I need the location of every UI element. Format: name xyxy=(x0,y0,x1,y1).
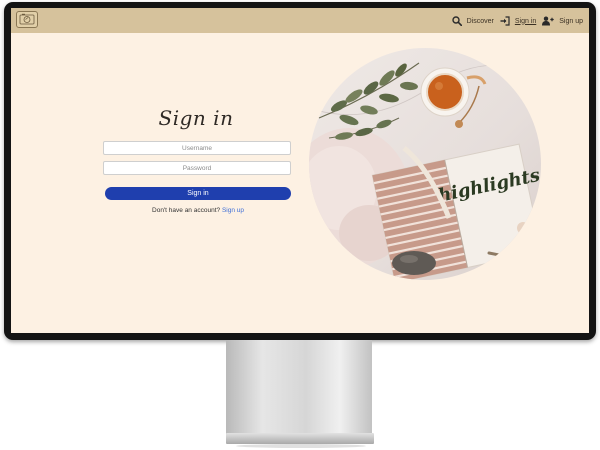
password-input[interactable] xyxy=(103,161,291,175)
nav-discover-label: Discover xyxy=(466,17,494,25)
nav-signin-label: Sign in xyxy=(514,17,537,25)
navbar: Discover Sign in Sign up xyxy=(11,8,589,33)
stand-shadow xyxy=(236,444,366,448)
page-title: Sign in xyxy=(158,106,234,130)
signup-link[interactable]: Sign up xyxy=(222,207,244,214)
monitor-frame: Discover Sign in Sign up Sign in Usernam… xyxy=(4,2,596,340)
username-input[interactable] xyxy=(103,141,291,155)
signin-button[interactable]: Sign in xyxy=(105,187,291,200)
sign-in-icon xyxy=(500,16,510,26)
monitor-stand xyxy=(226,340,372,436)
nav-signin-link[interactable]: Sign in xyxy=(500,16,536,26)
nav-links: Discover Sign in Sign up xyxy=(451,14,583,28)
hero-photo: highlights xyxy=(309,48,541,280)
signup-prompt-text: Don't have an account? xyxy=(152,207,221,214)
screen: Discover Sign in Sign up Sign in Usernam… xyxy=(11,8,589,333)
nav-discover-link[interactable]: Discover xyxy=(451,16,494,26)
add-user-icon xyxy=(542,16,554,26)
monitor-base xyxy=(226,433,374,444)
nav-signup-link[interactable]: Sign up xyxy=(542,16,583,26)
nav-signup-label: Sign up xyxy=(559,17,583,25)
camera-logo-icon[interactable] xyxy=(16,11,38,28)
search-icon xyxy=(451,16,462,26)
signup-prompt-row: Don't have an account? Sign up xyxy=(103,207,293,214)
